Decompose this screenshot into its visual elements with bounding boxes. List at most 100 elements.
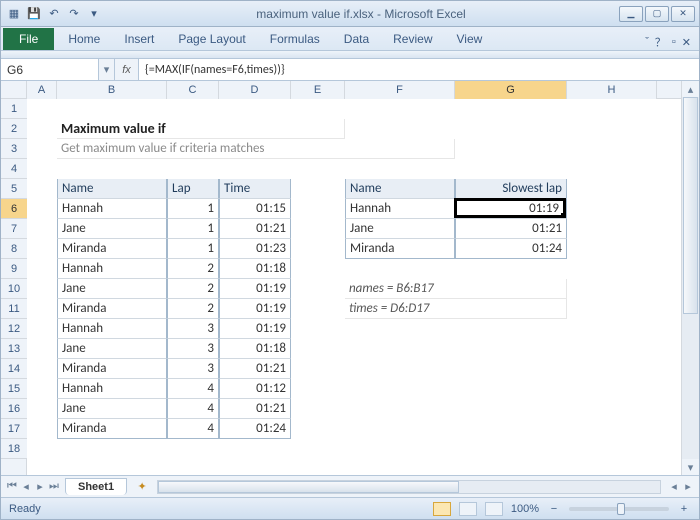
table1-name-13[interactable]: Jane xyxy=(57,339,167,359)
col-header-G[interactable]: G xyxy=(455,81,567,99)
table1-lap-13[interactable]: 3 xyxy=(167,339,219,359)
table1-name-17[interactable]: Miranda xyxy=(57,419,167,439)
tab-file[interactable]: File xyxy=(3,28,54,50)
tab-formulas[interactable]: Formulas xyxy=(258,28,332,50)
note-names[interactable]: names = B6:B17 xyxy=(345,279,567,299)
row-header-2[interactable]: 2 xyxy=(1,119,27,139)
save-icon[interactable]: 💾 xyxy=(25,5,43,23)
formula-input[interactable]: {=MAX(IF(names=F6,times))} xyxy=(139,59,699,80)
scroll-up-icon[interactable]: ▴ xyxy=(682,81,699,97)
table1-time-10[interactable]: 01:19 xyxy=(219,279,291,299)
insert-sheet-icon[interactable]: ✦ xyxy=(133,480,151,494)
row-header-4[interactable]: 4 xyxy=(1,159,27,179)
table1-time-12[interactable]: 01:19 xyxy=(219,319,291,339)
row-header-17[interactable]: 17 xyxy=(1,419,27,439)
minimize-button[interactable]: ▁ xyxy=(619,6,643,22)
table2-hdr-name[interactable]: Name xyxy=(345,179,455,199)
row-header-8[interactable]: 8 xyxy=(1,239,27,259)
close-button[interactable]: ✕ xyxy=(671,6,695,22)
hscroll-left-icon[interactable]: ◂ xyxy=(667,480,681,494)
selected-cell[interactable]: 01:19 xyxy=(454,198,566,218)
table1-name-7[interactable]: Jane xyxy=(57,219,167,239)
table1-name-15[interactable]: Hannah xyxy=(57,379,167,399)
table1-name-8[interactable]: Miranda xyxy=(57,239,167,259)
row-header-15[interactable]: 15 xyxy=(1,379,27,399)
table1-lap-17[interactable]: 4 xyxy=(167,419,219,439)
zoom-slider[interactable] xyxy=(569,507,669,511)
first-sheet-icon[interactable]: ⏮ xyxy=(5,480,19,494)
page-subtitle[interactable]: Get maximum value if criteria matches xyxy=(57,139,455,159)
tab-review[interactable]: Review xyxy=(381,28,444,50)
col-header-F[interactable]: F xyxy=(345,81,455,99)
table1-time-17[interactable]: 01:24 xyxy=(219,419,291,439)
table1-name-6[interactable]: Hannah xyxy=(57,199,167,219)
hscroll-right-icon[interactable]: ▸ xyxy=(681,480,695,494)
page-break-view-button[interactable] xyxy=(485,502,503,516)
table1-name-16[interactable]: Jane xyxy=(57,399,167,419)
normal-view-button[interactable] xyxy=(433,502,451,516)
table1-name-14[interactable]: Miranda xyxy=(57,359,167,379)
row-header-14[interactable]: 14 xyxy=(1,359,27,379)
table1-lap-7[interactable]: 1 xyxy=(167,219,219,239)
zoom-level[interactable]: 100% xyxy=(511,503,539,515)
table1-name-11[interactable]: Miranda xyxy=(57,299,167,319)
name-box[interactable]: G6 xyxy=(1,59,99,80)
row-header-5[interactable]: 5 xyxy=(1,179,27,199)
table2-name-7[interactable]: Jane xyxy=(345,219,455,239)
tab-page-layout[interactable]: Page Layout xyxy=(166,28,257,50)
row-header-10[interactable]: 10 xyxy=(1,279,27,299)
spreadsheet-grid[interactable]: ABCDEFGH 123456789101112131415161718 Max… xyxy=(1,81,699,475)
row-header-7[interactable]: 7 xyxy=(1,219,27,239)
table2-hdr-slowest[interactable]: Slowest lap xyxy=(455,179,567,199)
col-header-E[interactable]: E xyxy=(291,81,345,99)
undo-icon[interactable]: ↶ xyxy=(45,5,63,23)
tab-insert[interactable]: Insert xyxy=(112,28,166,50)
row-header-16[interactable]: 16 xyxy=(1,399,27,419)
table1-time-8[interactable]: 01:23 xyxy=(219,239,291,259)
fx-icon[interactable]: fx xyxy=(115,59,139,80)
table1-name-12[interactable]: Hannah xyxy=(57,319,167,339)
tab-view[interactable]: View xyxy=(445,28,495,50)
table1-time-6[interactable]: 01:15 xyxy=(219,199,291,219)
table1-time-7[interactable]: 01:21 xyxy=(219,219,291,239)
row-header-6[interactable]: 6 xyxy=(1,199,27,219)
vertical-scrollbar[interactable]: ▴ ▾ xyxy=(681,81,699,475)
page-layout-view-button[interactable] xyxy=(459,502,477,516)
table1-hdr-time[interactable]: Time xyxy=(219,179,291,199)
maximize-button[interactable]: ▢ xyxy=(645,6,669,22)
table1-lap-6[interactable]: 1 xyxy=(167,199,219,219)
excel-icon[interactable]: ▦ xyxy=(5,5,23,23)
table1-time-9[interactable]: 01:18 xyxy=(219,259,291,279)
table1-lap-11[interactable]: 2 xyxy=(167,299,219,319)
table1-lap-15[interactable]: 4 xyxy=(167,379,219,399)
table2-name-6[interactable]: Hannah xyxy=(345,199,455,219)
page-title[interactable]: Maximum value if xyxy=(57,119,345,139)
sheet-tab-sheet1[interactable]: Sheet1 xyxy=(65,478,127,495)
table2-name-8[interactable]: Miranda xyxy=(345,239,455,259)
col-header-A[interactable]: A xyxy=(27,81,57,99)
table1-name-10[interactable]: Jane xyxy=(57,279,167,299)
scroll-down-icon[interactable]: ▾ xyxy=(682,459,699,475)
horizontal-scrollbar[interactable] xyxy=(157,480,661,494)
row-header-18[interactable]: 18 xyxy=(1,439,27,459)
close-workbook-icon[interactable]: ✕ xyxy=(682,36,691,49)
col-header-D[interactable]: D xyxy=(219,81,291,99)
row-header-12[interactable]: 12 xyxy=(1,319,27,339)
redo-icon[interactable]: ↷ xyxy=(65,5,83,23)
table1-lap-12[interactable]: 3 xyxy=(167,319,219,339)
col-header-H[interactable]: H xyxy=(567,81,657,99)
qat-dropdown-icon[interactable]: ▾ xyxy=(85,5,103,23)
row-header-3[interactable]: 3 xyxy=(1,139,27,159)
table2-slow-8[interactable]: 01:24 xyxy=(455,239,567,259)
row-header-13[interactable]: 13 xyxy=(1,339,27,359)
table1-hdr-name[interactable]: Name xyxy=(57,179,167,199)
table1-time-11[interactable]: 01:19 xyxy=(219,299,291,319)
table1-lap-10[interactable]: 2 xyxy=(167,279,219,299)
hscroll-thumb[interactable] xyxy=(158,481,459,493)
help-icon[interactable]: ？ xyxy=(655,34,666,50)
table1-lap-16[interactable]: 4 xyxy=(167,399,219,419)
fill-handle[interactable] xyxy=(561,213,566,218)
last-sheet-icon[interactable]: ⏭ xyxy=(47,480,61,494)
zoom-in-button[interactable]: + xyxy=(677,503,691,515)
col-header-B[interactable]: B xyxy=(57,81,167,99)
